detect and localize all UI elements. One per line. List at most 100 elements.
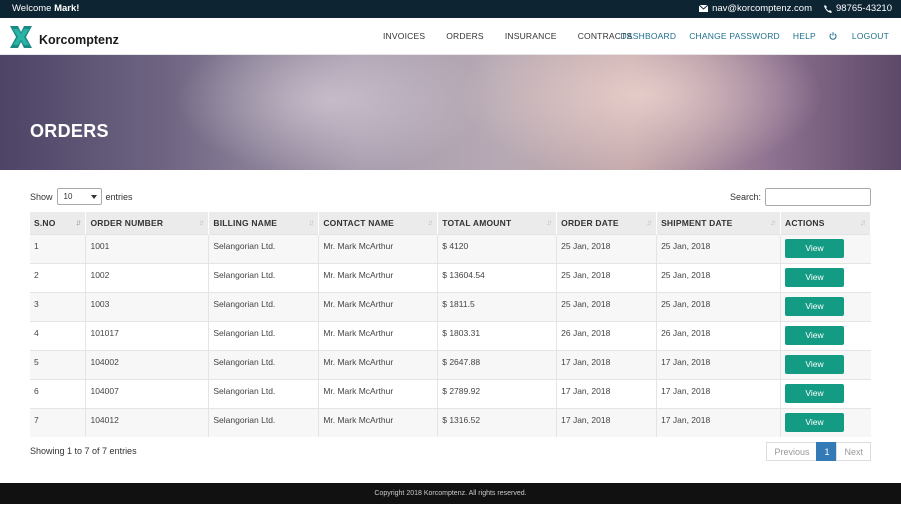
table-search: Search: — [730, 188, 871, 206]
column-header-label: S.NO — [34, 217, 56, 228]
logout-label: LOGOUT — [851, 31, 889, 41]
column-header-contact-name[interactable]: CONTACT NAME ↓↑ — [318, 212, 439, 234]
table-row: 5 104002 Selangorian Ltd. Mr. Mark McArt… — [30, 349, 871, 379]
cell-total-amount: $ 1811.5 — [437, 291, 558, 321]
welcome-message: Welcome Mark! — [12, 3, 79, 14]
account-nav: DASHBOARD CHANGE PASSWORD HELP LOGOUT — [608, 31, 889, 41]
cell-order-number: 104012 — [85, 407, 210, 437]
cell-sno: 6 — [30, 378, 87, 408]
column-header-shipment-date[interactable]: SHIPMENT DATE ↓↑ — [656, 212, 781, 234]
search-input[interactable] — [765, 188, 871, 206]
cell-order-number: 101017 — [85, 320, 210, 350]
cell-total-amount: $ 1316.52 — [437, 407, 558, 437]
entries-length-control: Show 10 entries — [30, 188, 133, 205]
column-header-label: TOTAL AMOUNT — [442, 217, 512, 228]
page-banner: ORDERS — [0, 55, 901, 170]
page-title: ORDERS — [30, 121, 109, 141]
column-header-order-date[interactable]: ORDER DATE ↓↑ — [556, 212, 658, 234]
nav-help[interactable]: HELP — [793, 31, 816, 41]
table-row: 4 101017 Selangorian Ltd. Mr. Mark McArt… — [30, 320, 871, 350]
view-order-button[interactable]: View — [784, 412, 844, 432]
nav-orders[interactable]: ORDERS — [446, 31, 484, 41]
power-icon — [829, 32, 837, 40]
cell-shipment-date: 17 Jan, 2018 — [656, 407, 781, 437]
pagination-next[interactable]: Next — [836, 442, 871, 461]
cell-shipment-date: 26 Jan, 2018 — [656, 320, 781, 350]
sort-icon: ↓↑ — [198, 218, 204, 227]
table-info: Showing 1 to 7 of 7 entries — [30, 446, 137, 456]
column-header-label: ORDER NUMBER — [90, 217, 164, 228]
chevron-down-icon — [90, 195, 97, 199]
cell-actions: View — [780, 262, 871, 292]
pagination-page-1[interactable]: 1 — [816, 442, 838, 461]
cell-actions: View — [780, 291, 871, 321]
sort-icon: ↓↑ — [769, 218, 776, 227]
nav-dashboard[interactable]: DASHBOARD — [621, 31, 677, 41]
nav-invoices[interactable]: INVOICES — [383, 31, 425, 41]
cell-billing-name: Selangorian Ltd. — [208, 349, 320, 379]
main-navbar: Korcomptenz INVOICES ORDERS INSURANCE CO… — [0, 18, 901, 55]
table-row: 6 104007 Selangorian Ltd. Mr. Mark McArt… — [30, 378, 871, 408]
nav-insurance[interactable]: INSURANCE — [505, 31, 557, 41]
cell-order-date: 26 Jan, 2018 — [556, 320, 658, 350]
view-order-button[interactable]: View — [784, 296, 844, 316]
cell-order-number: 104007 — [85, 378, 210, 408]
table-header-row: S.NO ↓↑ ORDER NUMBER ↓↑ BILLING NAME ↓↑ CON… — [30, 212, 872, 234]
cell-sno: 7 — [30, 407, 87, 437]
column-header-label: SHIPMENT DATE — [661, 217, 733, 228]
email-contact[interactable]: nav@korcomptenz.com — [699, 3, 812, 14]
cell-billing-name: Selangorian Ltd. — [208, 407, 320, 437]
cell-total-amount: $ 13604.54 — [437, 262, 558, 292]
nav-change-password[interactable]: CHANGE PASSWORD — [689, 31, 780, 41]
pagination-previous[interactable]: Previous — [766, 442, 818, 461]
view-order-button[interactable]: View — [784, 267, 844, 287]
cell-actions: View — [780, 378, 871, 408]
top-bar: Welcome Mark! nav@korcomptenz.com 98765-… — [0, 0, 901, 18]
sort-icon: ↓↑ — [546, 218, 552, 227]
column-header-billing-name[interactable]: BILLING NAME ↓↑ — [208, 212, 320, 234]
show-label: Show — [30, 191, 53, 202]
cell-billing-name: Selangorian Ltd. — [208, 320, 320, 350]
cell-order-number: 1003 — [85, 291, 210, 321]
column-header-sno[interactable]: S.NO ↓↑ — [30, 212, 87, 234]
cell-actions: View — [780, 320, 871, 350]
brand-name: Korcomptenz — [39, 32, 119, 47]
cell-contact-name: Mr. Mark McArthur — [318, 378, 439, 408]
brand-logo[interactable]: Korcomptenz — [8, 24, 119, 55]
cell-shipment-date: 25 Jan, 2018 — [656, 262, 781, 292]
cell-order-date: 17 Jan, 2018 — [556, 378, 658, 408]
entries-value: 10 — [63, 192, 73, 201]
cell-actions: View — [780, 233, 871, 263]
cell-contact-name: Mr. Mark McArthur — [318, 291, 439, 321]
nav-logout[interactable]: LOGOUT — [829, 31, 889, 41]
envelope-icon — [699, 5, 709, 12]
phone-contact[interactable]: 98765-43210 — [824, 3, 892, 14]
email-text: nav@korcomptenz.com — [712, 3, 812, 14]
column-header-total-amount[interactable]: TOTAL AMOUNT ↓↑ — [437, 212, 558, 234]
cell-contact-name: Mr. Mark McArthur — [318, 262, 439, 292]
cell-order-date: 17 Jan, 2018 — [556, 407, 658, 437]
cell-sno: 4 — [30, 320, 87, 350]
cell-order-date: 25 Jan, 2018 — [556, 262, 658, 292]
entries-select[interactable]: 10 — [56, 188, 102, 205]
cell-order-number: 1001 — [85, 233, 210, 263]
copyright-text: Copyright 2018 Korcomptenz. All rights r… — [374, 490, 527, 497]
column-header-label: BILLING NAME — [213, 217, 278, 228]
cell-actions: View — [780, 349, 871, 379]
cell-total-amount: $ 4120 — [437, 233, 558, 263]
cell-billing-name: Selangorian Ltd. — [208, 262, 320, 292]
cell-order-date: 25 Jan, 2018 — [556, 291, 658, 321]
sort-icon: ↓↑ — [860, 218, 866, 227]
orders-table: S.NO ↓↑ ORDER NUMBER ↓↑ BILLING NAME ↓↑ CON… — [30, 212, 872, 437]
view-order-button[interactable]: View — [784, 383, 844, 403]
cell-shipment-date: 17 Jan, 2018 — [656, 349, 781, 379]
sort-icon: ↓↑ — [75, 218, 81, 227]
view-order-button[interactable]: View — [784, 354, 844, 374]
column-header-actions[interactable]: ACTIONS ↓↑ — [780, 212, 872, 234]
column-header-order-number[interactable]: ORDER NUMBER ↓↑ — [85, 212, 210, 234]
cell-contact-name: Mr. Mark McArthur — [318, 320, 439, 350]
view-order-button[interactable]: View — [784, 325, 844, 345]
cell-contact-name: Mr. Mark McArthur — [318, 349, 439, 379]
table-row: 2 1002 Selangorian Ltd. Mr. Mark McArthu… — [30, 262, 871, 292]
view-order-button[interactable]: View — [784, 238, 844, 258]
